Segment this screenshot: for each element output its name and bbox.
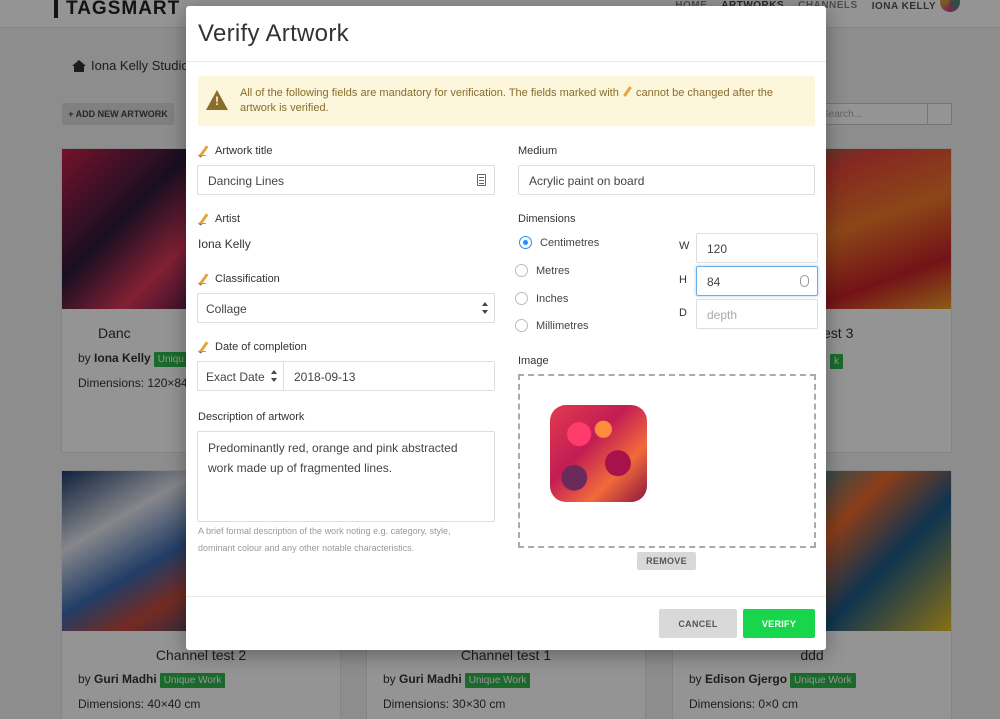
number-spinner-icon[interactable] [800,275,809,287]
height-label: H [679,274,687,286]
artist-value: Iona Kelly [198,237,251,251]
date-type-select[interactable]: Exact Date [197,361,284,391]
artwork-title-input[interactable]: Dancing Lines [197,165,495,195]
radio-icon [515,292,528,305]
artist-label: Artist [198,213,240,225]
modal-header: Verify Artwork [186,6,826,62]
image-label: Image [518,355,549,367]
unit-radio-metres[interactable]: Metres [515,264,570,277]
artwork-thumbnail [550,405,647,502]
unit-radio-centimetres[interactable]: Centimetres [519,236,599,249]
description-help: A brief formal description of the work n… [198,526,451,553]
verify-button[interactable]: VERIFY [743,609,815,638]
select-arrows-icon [482,302,488,314]
unit-radio-inches[interactable]: Inches [515,292,568,305]
modal-title: Verify Artwork [198,20,349,47]
dimensions-label: Dimensions [518,213,576,225]
verify-artwork-modal: Verify Artwork ! All of the following fi… [186,6,826,650]
pencil-icon [198,145,209,157]
pencil-icon [622,86,633,97]
medium-label: Medium [518,145,558,157]
warning-icon: ! [206,90,228,110]
depth-input[interactable]: depth [696,299,818,329]
width-input[interactable]: 120 [696,233,818,263]
date-input[interactable]: 2018-09-13 [283,361,495,391]
description-label: Description of artwork [198,411,305,423]
contact-card-icon [477,174,486,186]
classification-select[interactable]: Collage [197,293,495,323]
radio-checked-icon [519,236,532,249]
artwork-title-label: Artwork title [198,145,272,157]
date-label: Date of completion [198,341,307,353]
select-arrows-icon [271,370,277,382]
radio-icon [515,319,528,332]
unit-radio-millimetres[interactable]: Millimetres [515,319,589,332]
pencil-icon [198,213,209,225]
alert-text: All of the following fields are mandator… [240,86,773,114]
pencil-icon [198,273,209,285]
cancel-button[interactable]: CANCEL [659,609,737,638]
radio-icon [515,264,528,277]
depth-label: D [679,307,687,319]
image-dropzone[interactable] [518,374,816,548]
width-label: W [679,240,690,252]
medium-input[interactable]: Acrylic paint on board [518,165,815,195]
mandatory-alert: ! All of the following fields are mandat… [198,76,815,126]
pencil-icon [198,341,209,353]
remove-image-button[interactable]: REMOVE [637,552,696,570]
description-textarea[interactable]: Predominantly red, orange and pink abstr… [197,431,495,522]
modal-footer [186,596,826,597]
height-input[interactable]: 84 [696,266,818,296]
classification-label: Classification [198,273,280,285]
